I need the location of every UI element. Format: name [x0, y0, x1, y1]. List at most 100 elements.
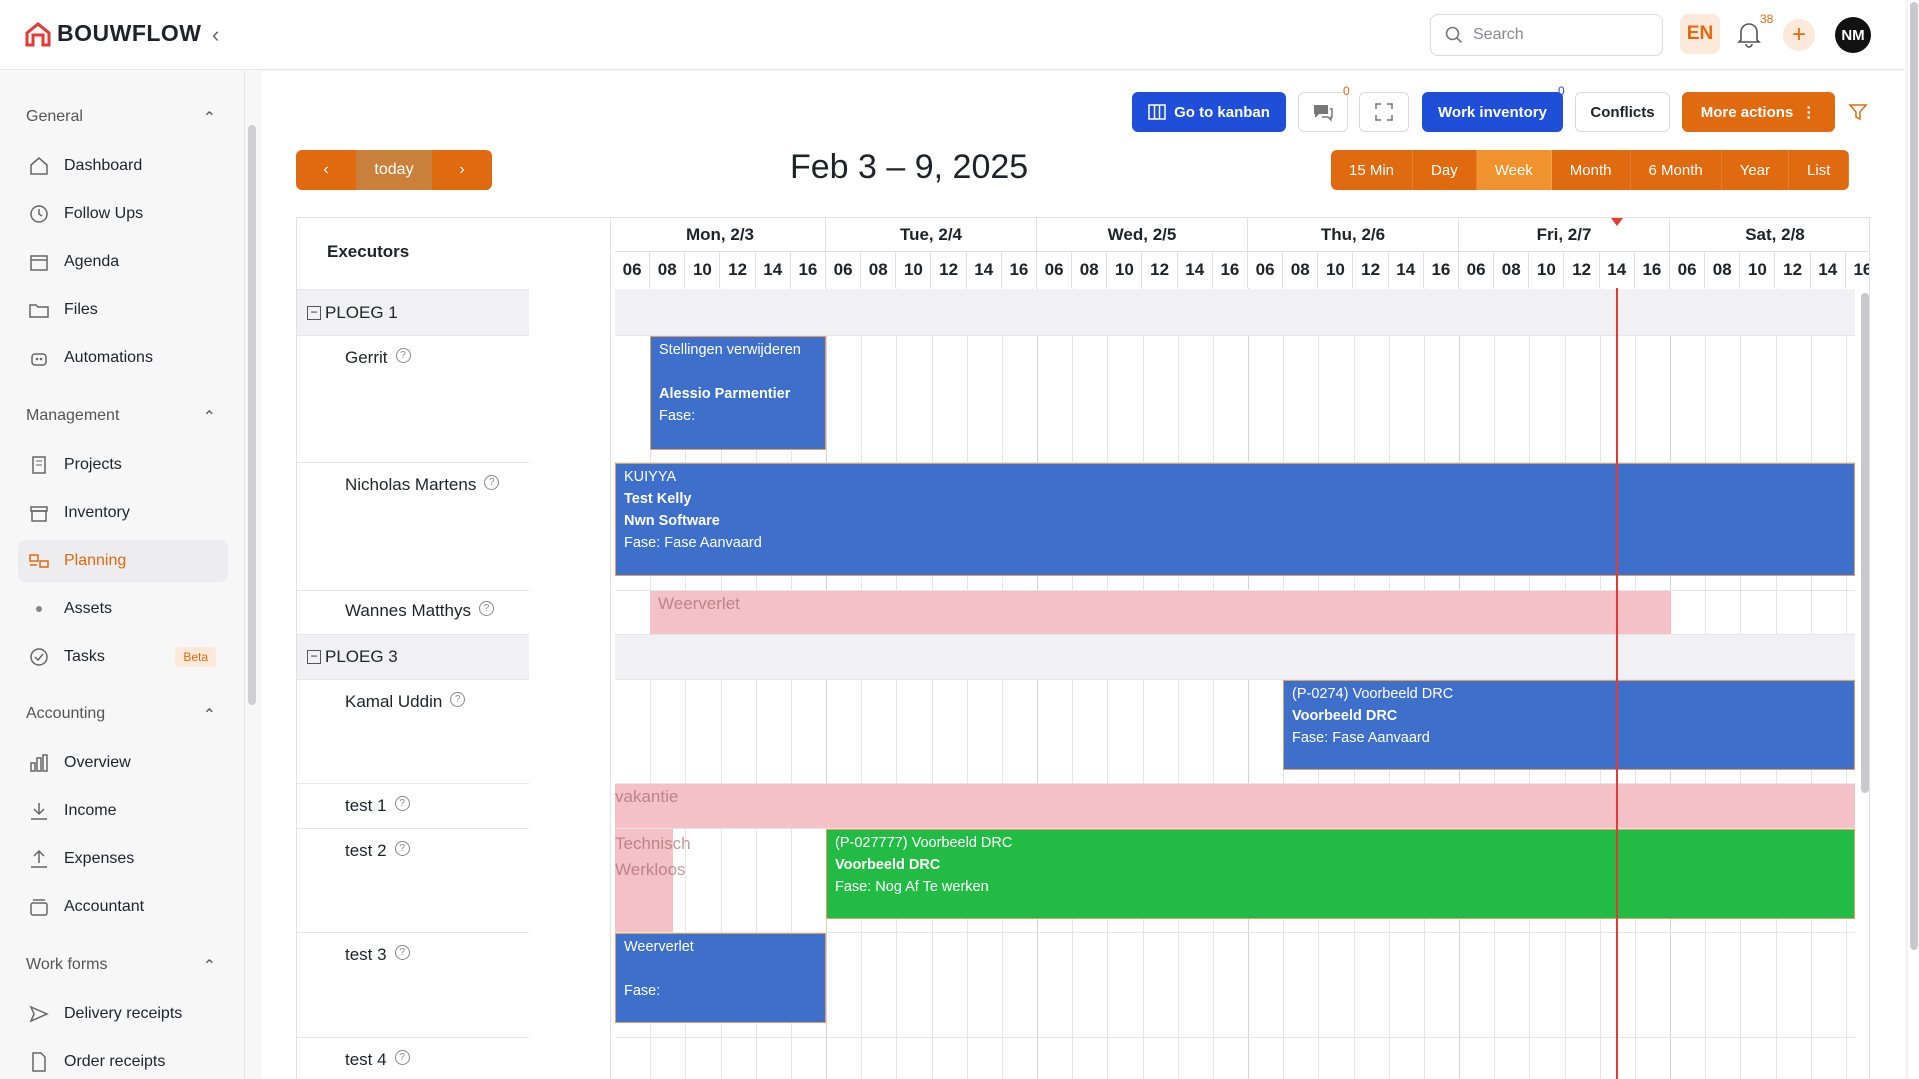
chevron-left-icon: ‹	[323, 161, 329, 178]
page-scroll-thumb[interactable]	[1910, 2, 1918, 950]
help-icon[interactable]: ?	[450, 692, 466, 707]
row-divider	[615, 1037, 1855, 1038]
hour-header: 16	[1213, 252, 1248, 288]
search-input[interactable]	[1473, 26, 1643, 44]
collapse-icon[interactable]: −	[307, 305, 321, 320]
avatar[interactable]: NM	[1835, 17, 1871, 53]
more-actions-button[interactable]: More actions ⋮	[1682, 92, 1835, 132]
help-icon[interactable]: ?	[478, 601, 494, 616]
brand-logo[interactable]: BOUWFLOW	[25, 20, 202, 47]
section-accounting[interactable]: Accounting ⌃	[26, 705, 216, 725]
sidebar-item-assets[interactable]: Assets	[18, 588, 228, 630]
section-management[interactable]: Management ⌃	[26, 407, 216, 427]
event-weerverlet[interactable]: Weerverlet Fase:	[615, 933, 826, 1023]
hour-header: 10	[685, 252, 721, 288]
absence-weerverlet[interactable]: Weerverlet	[650, 591, 1671, 634]
bell-icon[interactable]	[1736, 20, 1762, 48]
chevron-up-icon: ⌃	[202, 409, 216, 426]
collapse-sidebar-icon[interactable]: ‹	[212, 22, 219, 48]
timeline-scrollbar[interactable]	[1861, 293, 1869, 793]
hour-header: 06	[1248, 252, 1284, 288]
absence-technisch-werkloos[interactable]: Technisch Werkloos	[615, 829, 691, 932]
today-button[interactable]: today	[356, 150, 432, 190]
view-year[interactable]: Year	[1722, 150, 1790, 190]
event-stellingen-verwijderen[interactable]: Stellingen verwijderen Alessio Parmentie…	[650, 336, 826, 450]
bullet-icon	[28, 598, 50, 620]
sidebar-item-inventory[interactable]: Inventory	[18, 492, 228, 534]
sidebar-item-delivery-receipts[interactable]: Delivery receipts	[18, 993, 228, 1035]
sidebar-item-planning[interactable]: Planning	[18, 540, 228, 582]
sidebar-item-dashboard[interactable]: Dashboard	[18, 145, 228, 187]
download-icon	[28, 800, 50, 822]
add-icon[interactable]: +	[1783, 19, 1815, 51]
event-p-0274[interactable]: (P-0274) Voorbeeld DRC Voorbeeld DRC Fas…	[1283, 680, 1855, 770]
grid-line	[1037, 288, 1038, 1079]
view-day[interactable]: Day	[1413, 150, 1477, 190]
filter-icon[interactable]	[1848, 102, 1868, 122]
go-to-kanban-button[interactable]: Go to kanban	[1132, 92, 1286, 132]
page-scrollbar[interactable]	[1907, 0, 1919, 1079]
hour-header: 06	[1670, 252, 1706, 288]
sidebar-item-accountant[interactable]: Accountant	[18, 886, 228, 928]
group-band	[615, 634, 1855, 679]
language-switch[interactable]: EN	[1680, 14, 1720, 54]
view-week[interactable]: Week	[1476, 150, 1552, 190]
sidebar-item-expenses[interactable]: Expenses	[18, 838, 228, 880]
resource-group-ploeg-3[interactable]: − PLOEG 3	[297, 634, 529, 679]
sidebar-item-automations[interactable]: Automations	[18, 337, 228, 379]
expand-icon	[1375, 103, 1393, 121]
day-header: Thu, 2/6	[1248, 218, 1459, 252]
view-6-month[interactable]: 6 Month	[1631, 150, 1722, 190]
view-15-min[interactable]: 15 Min	[1331, 150, 1414, 190]
sidebar-item-tasks[interactable]: Tasks Beta	[18, 636, 228, 678]
conflicts-button[interactable]: Conflicts	[1575, 92, 1670, 132]
hour-header: 08	[861, 252, 897, 288]
help-icon[interactable]: ?	[394, 945, 410, 960]
work-inventory-button[interactable]: Work inventory	[1422, 92, 1563, 132]
help-icon[interactable]: ?	[394, 796, 410, 811]
view-list[interactable]: List	[1789, 150, 1850, 190]
search-box[interactable]	[1430, 14, 1663, 56]
hour-header: 06	[615, 252, 651, 288]
resource-header: Executors	[327, 242, 410, 261]
sidebar-item-income[interactable]: Income	[18, 790, 228, 832]
sidebar: General ⌃ Dashboard Follow Ups Agenda Fil…	[0, 71, 245, 1079]
comments-badge: 0	[1343, 84, 1350, 98]
sidebar-item-files[interactable]: Files	[18, 289, 228, 331]
section-work-forms[interactable]: Work forms ⌃	[26, 956, 216, 976]
previous-week-button[interactable]: ‹	[296, 150, 356, 190]
hour-header: 10	[1529, 252, 1565, 288]
help-icon[interactable]: ?	[394, 841, 410, 856]
event-p-027777[interactable]: (P-027777) Voorbeeld DRC Voorbeeld DRC F…	[826, 829, 1855, 919]
date-navigation: ‹ today ›	[296, 150, 492, 190]
sidebar-item-follow-ups[interactable]: Follow Ups	[18, 193, 228, 235]
timeline-grid[interactable]: 1614121008061614121008061614121008061614…	[615, 218, 1869, 1079]
sidebar-scrollbar[interactable]	[248, 125, 256, 705]
grid-line	[1248, 288, 1249, 1079]
help-icon[interactable]: ?	[394, 1050, 410, 1065]
resource-group-ploeg-1[interactable]: − PLOEG 1	[297, 289, 529, 335]
hour-header: 12	[1143, 252, 1178, 288]
grid-line	[861, 288, 863, 1079]
sidebar-item-overview[interactable]: Overview	[18, 742, 228, 784]
fullscreen-button[interactable]	[1359, 92, 1409, 132]
beta-badge: Beta	[175, 647, 216, 667]
sidebar-item-agenda[interactable]: Agenda	[18, 241, 228, 283]
collapse-icon[interactable]: −	[307, 650, 321, 664]
hour-header: 10	[1107, 252, 1143, 288]
sidebar-item-projects[interactable]: Projects	[18, 444, 228, 486]
view-month[interactable]: Month	[1552, 150, 1631, 190]
grid-line	[826, 288, 827, 1079]
help-icon[interactable]: ?	[484, 475, 500, 490]
resource-row: test 1?	[297, 783, 529, 828]
section-general[interactable]: General ⌃	[26, 108, 216, 128]
next-week-button[interactable]: ›	[432, 150, 492, 190]
comments-button[interactable]	[1298, 92, 1348, 132]
event-kuiyya[interactable]: KUIYYA Test Kelly Nwn Software Fase: Fas…	[615, 463, 1855, 576]
grid-line	[896, 288, 898, 1079]
absence-vakantie[interactable]: vakantie	[615, 784, 1855, 828]
sidebar-item-order-receipts[interactable]: Order receipts	[18, 1041, 228, 1079]
help-icon[interactable]: ?	[395, 348, 411, 363]
wallet-icon	[28, 896, 50, 918]
resource-row: Wannes Matthys?	[297, 590, 529, 634]
